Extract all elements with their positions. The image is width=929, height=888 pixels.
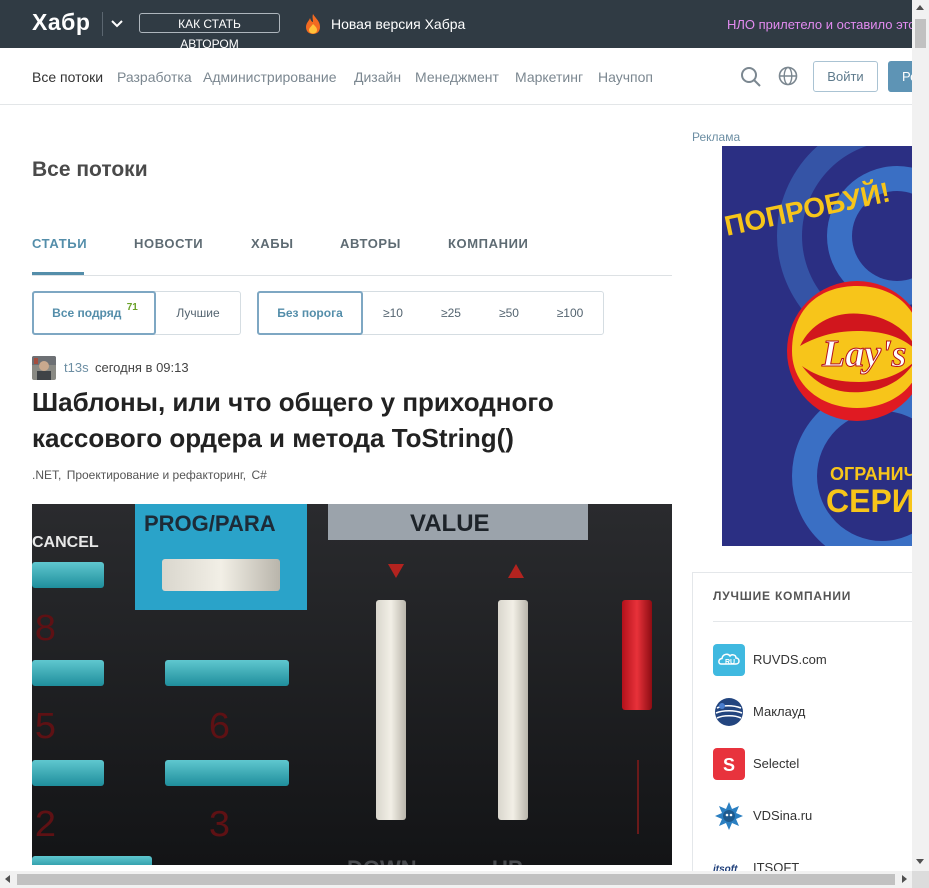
filter-all-label: Все подряд <box>52 306 122 320</box>
tab-companies[interactable]: КОМПАНИИ <box>448 236 528 251</box>
filter-100[interactable]: ≥100 <box>546 292 594 334</box>
nav-item-administration[interactable]: Администрирование <box>203 69 337 85</box>
ad-series-text: СЕРИ <box>826 483 912 519</box>
companies-divider <box>713 621 913 622</box>
habr-logo[interactable]: Хабр <box>32 9 90 36</box>
chevron-down-icon[interactable] <box>108 14 126 32</box>
tab-articles[interactable]: СТАТЬИ <box>32 236 87 251</box>
horizontal-scrollbar[interactable] <box>0 871 912 888</box>
tab-active-indicator <box>32 272 84 275</box>
scroll-up-arrow-icon[interactable] <box>916 5 924 10</box>
maklaud-logo-icon <box>715 698 743 726</box>
ad-limited-text: ОГРАНИЧЕН <box>830 464 912 484</box>
svg-text:6: 6 <box>208 707 231 750</box>
cancel-label: CANCEL <box>32 534 99 551</box>
vertical-scroll-thumb[interactable] <box>915 19 926 48</box>
company-vdsina[interactable]: VDSina.ru <box>713 800 913 832</box>
filter-25[interactable]: ≥25 <box>428 292 474 334</box>
horizontal-scroll-thumb[interactable] <box>17 874 895 885</box>
ad-label: Реклама <box>692 130 741 144</box>
top-bar: Хабр КАК СТАТЬ АВТОРОМ Новая версия Хабр… <box>0 0 912 51</box>
scrollbar-corner <box>912 871 929 888</box>
selectel-logo-icon: S <box>713 748 745 780</box>
ruvds-logo-icon: RU <box>713 644 745 676</box>
company-name: VDSina.ru <box>753 808 813 823</box>
new-version-link[interactable]: Новая версия Хабра <box>331 16 465 32</box>
company-name: Selectel <box>753 756 800 771</box>
scroll-right-arrow-icon[interactable] <box>902 875 907 883</box>
nav-item-design[interactable]: Дизайн <box>354 69 401 85</box>
nlo-link[interactable]: НЛО прилетело и оставило это <box>727 17 912 32</box>
become-author-button[interactable]: КАК СТАТЬ АВТОРОМ <box>139 13 280 51</box>
filter-10[interactable]: ≥10 <box>370 292 416 334</box>
post-title[interactable]: Шаблоны, или что общего у приходного кас… <box>32 384 652 456</box>
page-title: Все потоки <box>32 158 148 181</box>
vdsina-logo-icon <box>715 802 743 830</box>
tab-hubs[interactable]: ХАБЫ <box>251 236 294 251</box>
value-label: VALUE <box>410 510 490 537</box>
post-hubs: .NET, Проектирование и рефакторинг, C# <box>32 468 269 482</box>
ad-brand-text: Lay's <box>821 333 906 375</box>
avatar[interactable] <box>32 356 56 380</box>
ad-banner[interactable]: ПОПРОБУЙ! Lay's ОГРАНИЧЕН СЕРИ <box>722 146 912 546</box>
down-label: DOWN <box>347 856 417 865</box>
author-name[interactable]: t13s <box>64 360 89 375</box>
ruvds-logo-text: RU <box>725 659 735 666</box>
post-time: сегодня в 09:13 <box>95 360 189 375</box>
flows-nav: Все потоки Разработка Администрирование … <box>0 48 912 105</box>
new-count-badge: 71 <box>126 302 138 313</box>
hub-dotnet[interactable]: .NET, <box>32 468 61 482</box>
up-label: UP <box>492 856 523 865</box>
filter-50[interactable]: ≥50 <box>486 292 532 334</box>
company-selectel[interactable]: S Selectel <box>713 748 913 780</box>
login-button[interactable]: Войти <box>813 61 878 92</box>
companies-title: ЛУЧШИЕ КОМПАНИИ <box>713 589 852 603</box>
vertical-scrollbar[interactable] <box>912 0 929 871</box>
logo-divider <box>102 12 103 36</box>
scroll-left-arrow-icon[interactable] <box>5 875 10 883</box>
prog-para-label: PROG/PARA <box>144 511 276 536</box>
company-maklaud[interactable]: Маклауд <box>713 696 913 728</box>
top-companies-widget: ЛУЧШИЕ КОМПАНИИ RU RUVDS.com Маклауд S S… <box>692 572 913 888</box>
hub-design-refactoring[interactable]: Проектирование и рефакторинг, <box>67 468 246 482</box>
nav-item-marketing[interactable]: Маркетинг <box>515 69 583 85</box>
svg-text:8: 8 <box>34 609 57 652</box>
content-tabs: СТАТЬИ НОВОСТИ ХАБЫ АВТОРЫ КОМПАНИИ <box>32 236 672 276</box>
filter-all[interactable]: Все подряд 71 <box>32 291 156 335</box>
hub-csharp[interactable]: C# <box>251 468 266 482</box>
tab-authors[interactable]: АВТОРЫ <box>340 236 401 251</box>
nav-item-all[interactable]: Все потоки <box>32 69 103 85</box>
sort-filter-group: Все подряд 71 Лучшие <box>32 291 241 335</box>
nav-item-development[interactable]: Разработка <box>117 69 192 85</box>
svg-text:5: 5 <box>34 707 57 750</box>
filter-best[interactable]: Лучшие <box>163 292 233 334</box>
company-name: Маклауд <box>753 704 806 719</box>
fire-icon <box>306 14 320 34</box>
threshold-filter-group: Без порога ≥10 ≥25 ≥50 ≥100 <box>257 291 604 335</box>
company-name: RUVDS.com <box>753 652 827 667</box>
register-button[interactable]: Регистрация <box>888 61 912 92</box>
nav-item-popsci[interactable]: Научпоп <box>598 69 653 85</box>
nav-item-management[interactable]: Менеджмент <box>415 69 499 85</box>
svg-text:3: 3 <box>208 805 231 848</box>
company-ruvds[interactable]: RU RUVDS.com <box>713 644 913 676</box>
filter-no-threshold[interactable]: Без порога <box>257 291 363 335</box>
selectel-logo-text: S <box>723 755 735 775</box>
globe-icon[interactable] <box>778 66 798 86</box>
search-icon[interactable] <box>740 66 762 88</box>
scroll-down-arrow-icon[interactable] <box>916 859 924 864</box>
tab-news[interactable]: НОВОСТИ <box>134 236 203 251</box>
svg-text:2: 2 <box>34 805 57 848</box>
post-cover-image[interactable]: CANCEL PROG/PARA VALUE DOWN UP 8 5 2 6 3 <box>32 504 672 865</box>
